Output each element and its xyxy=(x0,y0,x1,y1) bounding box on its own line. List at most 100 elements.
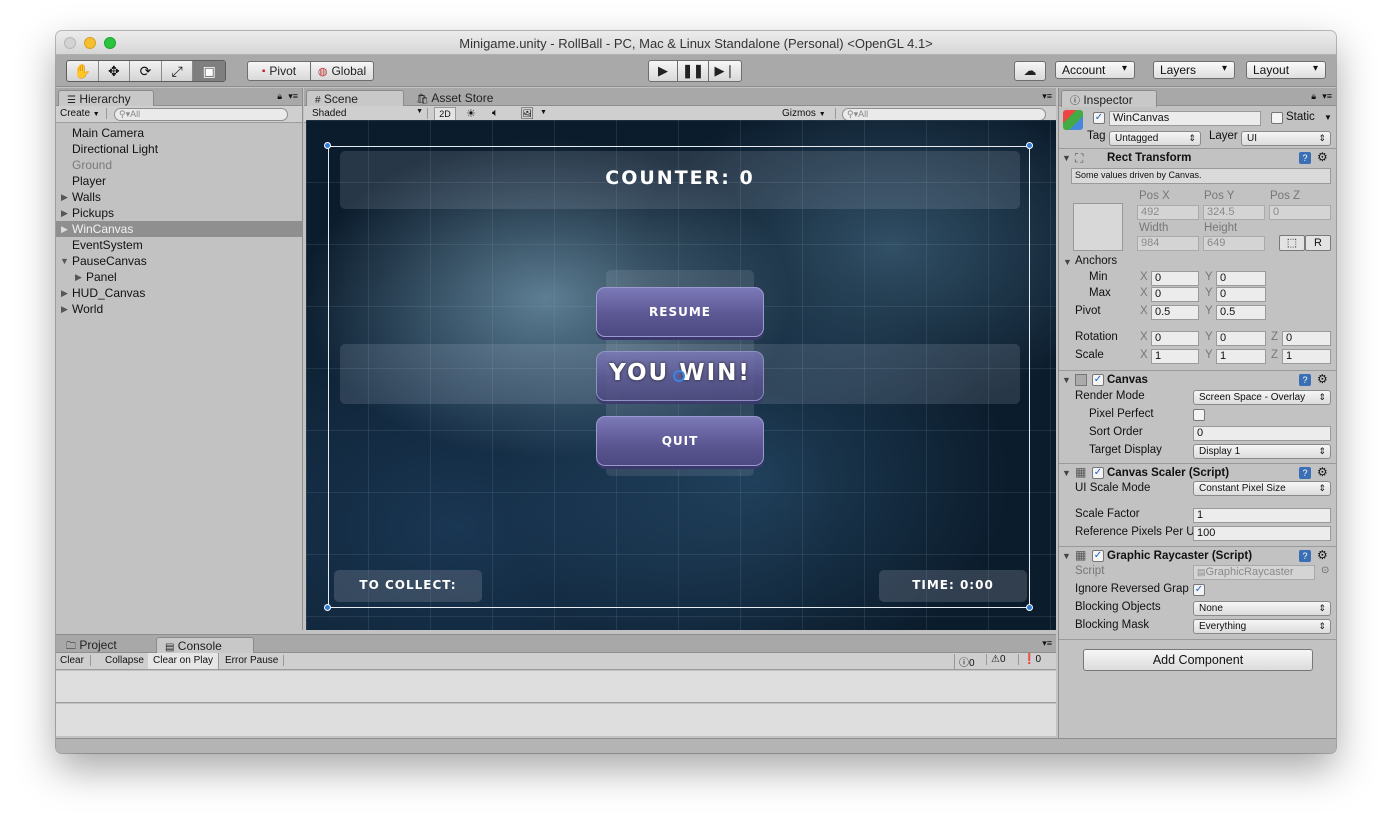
expand-arrow-icon[interactable]: ▶ xyxy=(61,205,68,221)
canvas-enabled-checkbox[interactable]: ✓ xyxy=(1092,374,1104,386)
rotation-y-field[interactable]: 0 xyxy=(1216,331,1266,346)
2d-toggle[interactable]: 2D xyxy=(434,107,456,121)
chevron-down-icon[interactable]: ▼ xyxy=(1324,113,1332,122)
gear-icon[interactable]: ⚙ xyxy=(1317,548,1328,562)
hierarchy-item-pickups[interactable]: ▶ Pickups xyxy=(56,205,302,221)
raw-edit-button[interactable]: R xyxy=(1305,235,1331,251)
rect-handle[interactable] xyxy=(1026,142,1033,149)
step-button[interactable]: ▶❘ xyxy=(708,60,742,82)
scale-y-field[interactable]: 1 xyxy=(1216,349,1266,364)
global-toggle[interactable]: ◍ Global xyxy=(310,61,374,81)
collapse-arrow-icon[interactable]: ▼ xyxy=(60,253,69,269)
pixel-perfect-checkbox[interactable] xyxy=(1193,409,1205,421)
object-name-field[interactable]: WinCanvas xyxy=(1109,111,1261,126)
scale-z-field[interactable]: 1 xyxy=(1282,349,1331,364)
move-tool-icon[interactable]: ✥ xyxy=(99,61,131,81)
clear-on-play-toggle[interactable]: Clear on Play xyxy=(148,653,220,669)
add-component-button[interactable]: Add Component xyxy=(1083,649,1313,671)
rect-handle[interactable] xyxy=(1026,604,1033,611)
error-count-toggle[interactable]: ❗0 xyxy=(1018,654,1045,665)
anchor-max-y-field[interactable]: 0 xyxy=(1216,287,1266,302)
hierarchy-item-eventsystem[interactable]: EventSystem xyxy=(56,237,302,253)
collapse-arrow-icon[interactable]: ▼ xyxy=(1062,468,1071,478)
static-checkbox[interactable] xyxy=(1271,112,1283,124)
create-dropdown[interactable]: Create ▼ xyxy=(60,108,107,119)
object-picker-icon[interactable]: ⊙ xyxy=(1321,565,1329,576)
rect-handle[interactable] xyxy=(324,604,331,611)
pivot-toggle[interactable]: ▪ Pivot xyxy=(247,61,311,81)
rotate-tool-icon[interactable]: ⟳ xyxy=(130,61,162,81)
help-icon[interactable]: ? xyxy=(1299,152,1311,164)
expand-arrow-icon[interactable]: ▶ xyxy=(61,285,68,301)
play-button[interactable]: ▶ xyxy=(648,60,678,82)
expand-arrow-icon[interactable]: ▶ xyxy=(75,269,82,285)
rect-transform-header[interactable]: ▼ ⛶ Rect Transform ? ⚙ xyxy=(1059,148,1336,167)
hierarchy-item-world[interactable]: ▶ World xyxy=(56,301,302,317)
rotation-z-field[interactable]: 0 xyxy=(1282,331,1331,346)
lock-icon[interactable]: 🔒︎ xyxy=(277,91,282,102)
console-log-area[interactable] xyxy=(56,671,1056,703)
quit-button[interactable]: QUIT xyxy=(596,416,764,466)
scale-factor-field[interactable]: 1 xyxy=(1193,508,1331,523)
layer-popup[interactable]: UI xyxy=(1241,131,1331,146)
expand-arrow-icon[interactable]: ▶ xyxy=(61,301,68,317)
blueprint-mode-button[interactable]: ⬚ xyxy=(1279,235,1305,251)
info-count-toggle[interactable]: ⓘ0 xyxy=(954,654,979,669)
hierarchy-item-player[interactable]: Player xyxy=(56,173,302,189)
scene-view[interactable]: COUNTER: 0 RESUME YOU WIN! QUIT TO COLLE… xyxy=(306,120,1056,630)
chevron-down-icon[interactable]: ▼ xyxy=(540,109,547,116)
hierarchy-item-ground[interactable]: Ground xyxy=(56,157,302,173)
blocking-objects-popup[interactable]: None xyxy=(1193,601,1331,616)
tab-inspector[interactable]: ⓘ Inspector xyxy=(1061,90,1157,107)
canvas-scaler-enabled-checkbox[interactable]: ✓ xyxy=(1092,467,1104,479)
lighting-icon[interactable]: ☀ xyxy=(466,107,476,120)
anchor-min-y-field[interactable]: 0 xyxy=(1216,271,1266,286)
scale-x-field[interactable]: 1 xyxy=(1151,349,1199,364)
expand-arrow-icon[interactable]: ▶ xyxy=(61,221,68,237)
console-detail-area[interactable] xyxy=(56,704,1056,736)
target-display-popup[interactable]: Display 1 xyxy=(1193,444,1331,459)
hierarchy-item-directional-light[interactable]: Directional Light xyxy=(56,141,302,157)
render-mode-popup[interactable]: Screen Space - Overlay xyxy=(1193,390,1331,405)
rotation-x-field[interactable]: 0 xyxy=(1151,331,1199,346)
tag-popup[interactable]: Untagged xyxy=(1109,131,1201,146)
pivot-gizmo[interactable] xyxy=(673,370,685,382)
help-icon[interactable]: ? xyxy=(1299,550,1311,562)
collapse-arrow-icon[interactable]: ▼ xyxy=(1063,257,1072,267)
cloud-button[interactable]: ☁ xyxy=(1014,61,1046,81)
help-icon[interactable]: ? xyxy=(1299,467,1311,479)
anchor-max-x-field[interactable]: 0 xyxy=(1151,287,1199,302)
resume-button[interactable]: RESUME xyxy=(596,287,764,337)
hierarchy-item-panel[interactable]: ▶ Panel xyxy=(56,269,302,285)
lock-icon[interactable]: 🔒︎ xyxy=(1311,91,1316,102)
hierarchy-item-wincanvas[interactable]: ▶ WinCanvas xyxy=(56,221,302,237)
active-checkbox[interactable]: ✓ xyxy=(1093,112,1105,124)
rect-handle[interactable] xyxy=(324,142,331,149)
gear-icon[interactable]: ⚙ xyxy=(1317,150,1328,164)
gizmos-dropdown[interactable]: Gizmos ▼ xyxy=(782,108,836,119)
panel-menu-icon[interactable]: ▾≡ xyxy=(1322,91,1332,102)
pause-button[interactable]: ❚❚ xyxy=(677,60,709,82)
canvas-header[interactable]: ▼ ✓ Canvas ? ⚙ xyxy=(1059,370,1336,389)
blocking-mask-popup[interactable]: Everything xyxy=(1193,619,1331,634)
layout-dropdown[interactable]: Layout xyxy=(1246,61,1326,79)
shading-dropdown[interactable]: Shaded ▼ xyxy=(312,108,428,119)
panel-menu-icon[interactable]: ▾≡ xyxy=(288,91,298,102)
rect-tool-icon[interactable]: ▣ xyxy=(193,61,226,81)
collapse-toggle[interactable]: Collapse xyxy=(100,655,150,666)
panel-menu-icon[interactable]: ▾≡ xyxy=(1042,91,1052,102)
pivot-y-field[interactable]: 0.5 xyxy=(1216,305,1266,320)
panel-menu-icon[interactable]: ▾≡ xyxy=(1042,638,1052,649)
collapse-arrow-icon[interactable]: ▼ xyxy=(1062,153,1071,163)
collapse-arrow-icon[interactable]: ▼ xyxy=(1062,551,1071,561)
help-icon[interactable]: ? xyxy=(1299,374,1311,386)
collapse-arrow-icon[interactable]: ▼ xyxy=(1062,375,1071,385)
tab-asset-store[interactable]: 🛍︎ Asset Store xyxy=(408,90,504,107)
error-pause-toggle[interactable]: Error Pause xyxy=(220,655,285,666)
hand-tool-icon[interactable]: ✋ xyxy=(67,61,99,81)
graphic-raycaster-header[interactable]: ▼ ▦ ✓ Graphic Raycaster (Script) ? ⚙ xyxy=(1059,546,1336,565)
hierarchy-item-hud-canvas[interactable]: ▶ HUD_Canvas xyxy=(56,285,302,301)
graphic-raycaster-enabled-checkbox[interactable]: ✓ xyxy=(1092,550,1104,562)
effects-icon[interactable]: 🖼︎ xyxy=(520,107,534,120)
scale-tool-icon[interactable]: ⤢ xyxy=(162,61,194,81)
